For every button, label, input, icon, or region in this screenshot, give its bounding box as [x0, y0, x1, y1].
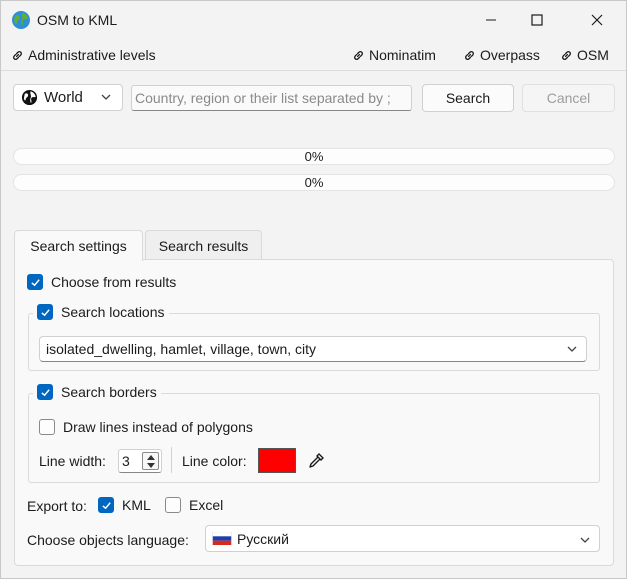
export-excel-label: Excel	[189, 497, 224, 513]
russian-flag-icon	[212, 532, 232, 545]
chevron-down-icon	[101, 94, 111, 100]
spin-down-icon[interactable]	[147, 463, 155, 468]
search-borders-checkbox[interactable]: Search borders	[33, 384, 161, 400]
world-icon	[21, 89, 38, 106]
link-bar: Administrative levels Nominatim Overpass…	[1, 39, 626, 71]
choose-from-results-label: Choose from results	[51, 274, 177, 290]
spin-up-icon[interactable]	[147, 455, 155, 460]
spin-arrows[interactable]	[142, 452, 159, 470]
export-kml-label: KML	[122, 497, 151, 513]
region-select[interactable]: World	[13, 84, 123, 111]
tab-search-settings[interactable]: Search settings	[14, 230, 143, 261]
region-label: World	[44, 89, 83, 106]
checkmark-icon	[30, 278, 40, 286]
locations-value: isolated_dwelling, hamlet, village, town…	[46, 341, 317, 357]
close-icon	[591, 14, 603, 26]
checkbox-box	[39, 419, 55, 435]
maximize-icon	[531, 14, 543, 26]
link-icon	[562, 50, 571, 60]
language-label: Choose objects language:	[27, 532, 189, 548]
close-button[interactable]	[574, 1, 620, 39]
admin-levels-label: Administrative levels	[28, 47, 156, 63]
language-dropdown[interactable]: Русский	[205, 525, 600, 552]
locations-dropdown[interactable]: isolated_dwelling, hamlet, village, town…	[39, 336, 587, 362]
progress-bar: 0%	[13, 148, 615, 165]
overpass-link[interactable]: Overpass	[463, 47, 540, 63]
eyedropper-icon[interactable]	[306, 451, 326, 471]
link-icon	[13, 50, 22, 60]
checkbox-box	[165, 497, 181, 513]
draw-lines-label: Draw lines instead of polygons	[63, 419, 253, 435]
cancel-button[interactable]: Cancel	[522, 84, 615, 112]
language-value: Русский	[237, 530, 289, 547]
overpass-label: Overpass	[480, 47, 540, 63]
separator	[171, 447, 172, 473]
title-bar[interactable]: OSM to KML	[1, 1, 626, 39]
export-excel-checkbox[interactable]: Excel	[165, 497, 223, 513]
checkbox-box	[37, 384, 53, 400]
line-color-label: Line color:	[182, 453, 247, 469]
line-width-label: Line width:	[39, 453, 106, 469]
export-to-label: Export to:	[27, 498, 87, 514]
checkmark-icon	[40, 388, 50, 396]
search-input[interactable]	[131, 85, 412, 111]
nominatim-label: Nominatim	[369, 47, 436, 63]
maximize-button[interactable]	[514, 1, 560, 39]
link-icon	[465, 50, 474, 60]
line-width-spinbox[interactable]: 3	[118, 449, 162, 473]
osm-label: OSM	[577, 47, 609, 63]
checkmark-icon	[101, 501, 111, 509]
osm-link[interactable]: OSM	[560, 47, 609, 63]
minimize-button[interactable]	[468, 1, 514, 39]
nominatim-link[interactable]: Nominatim	[352, 47, 436, 63]
tab-search-results[interactable]: Search results	[145, 230, 262, 260]
search-locations-checkbox[interactable]: Search locations	[33, 304, 169, 320]
checkbox-box	[37, 304, 53, 320]
line-width-value: 3	[122, 453, 130, 469]
admin-levels-link[interactable]: Administrative levels	[11, 47, 156, 63]
line-color-swatch[interactable]	[258, 448, 296, 473]
checkbox-box	[98, 497, 114, 513]
chevron-down-icon	[567, 346, 577, 352]
search-locations-label: Search locations	[61, 304, 165, 320]
chevron-down-icon	[580, 537, 590, 543]
globe-icon	[12, 11, 30, 29]
window-title: OSM to KML	[37, 12, 118, 28]
minimize-icon	[486, 19, 496, 21]
choose-from-results-checkbox[interactable]: Choose from results	[27, 274, 176, 290]
export-kml-checkbox[interactable]: KML	[98, 497, 151, 513]
checkmark-icon	[40, 308, 50, 316]
draw-lines-checkbox[interactable]: Draw lines instead of polygons	[39, 419, 253, 435]
search-button[interactable]: Search	[422, 84, 514, 112]
progress-bar: 0%	[13, 174, 615, 191]
app-window: OSM to KML Administrative levels Nominat…	[0, 0, 627, 579]
progress-text: 0%	[304, 175, 324, 190]
search-borders-label: Search borders	[61, 384, 157, 400]
link-icon	[354, 50, 363, 60]
progress-text: 0%	[304, 149, 324, 164]
checkbox-box	[27, 274, 43, 290]
